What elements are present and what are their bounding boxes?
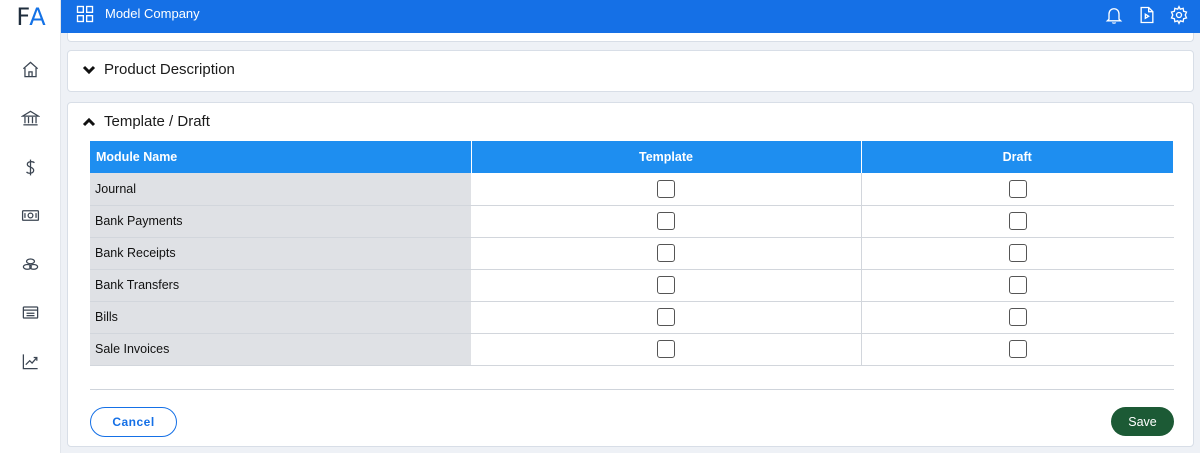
chevron-down-icon [82, 63, 96, 77]
table-row: Bank Transfers [90, 269, 1174, 302]
sidebar-item-cash[interactable] [0, 200, 61, 230]
previous-section-panel [67, 33, 1194, 42]
section-title: Product Description [104, 61, 235, 78]
top-bar: Model Company [61, 0, 1200, 33]
sidebar-item-inventory[interactable] [0, 249, 61, 279]
template-cell [471, 237, 862, 270]
module-name-cell: Sale Invoices [90, 333, 471, 366]
column-header-draft: Draft [861, 141, 1174, 173]
template-cell [471, 205, 862, 238]
list-icon [22, 305, 39, 319]
chart-line-icon [22, 353, 38, 369]
logo-letter-a: A [29, 2, 45, 31]
draft-checkbox[interactable] [1008, 308, 1027, 326]
table-row: Bills [90, 301, 1174, 334]
sidebar: FA [0, 0, 61, 453]
draft-cell [861, 269, 1174, 302]
column-header-template: Template [471, 141, 862, 173]
coins-icon [22, 257, 39, 270]
dollar-icon [26, 159, 35, 175]
module-table: Module Name Template Draft Journal Bank P… [90, 141, 1174, 366]
template-checkbox[interactable] [656, 212, 675, 230]
notifications-button[interactable] [1104, 5, 1126, 27]
table-row: Sale Invoices [90, 333, 1174, 366]
template-checkbox[interactable] [656, 308, 675, 326]
help-video-button[interactable] [1137, 5, 1159, 27]
draft-checkbox[interactable] [1008, 244, 1027, 262]
template-checkbox[interactable] [656, 179, 675, 198]
document-play-icon [1140, 6, 1154, 24]
draft-checkbox[interactable] [1008, 276, 1027, 294]
draft-checkbox[interactable] [1008, 179, 1027, 198]
divider [90, 389, 1174, 390]
home-icon [22, 61, 39, 77]
draft-checkbox[interactable] [1008, 212, 1027, 230]
module-name-cell: Bills [90, 301, 471, 334]
product-description-section: Product Description [67, 50, 1194, 92]
column-header-module-name: Module Name [90, 141, 472, 173]
table-row: Bank Receipts [90, 237, 1174, 270]
template-cell [471, 301, 862, 334]
draft-cell [861, 301, 1174, 334]
module-name-cell: Bank Transfers [90, 269, 471, 302]
sidebar-item-reports[interactable] [0, 346, 61, 376]
sidebar-item-lists[interactable] [0, 297, 61, 327]
settings-button[interactable] [1169, 5, 1191, 27]
table-row: Journal [90, 173, 1174, 206]
template-draft-header[interactable]: Template / Draft [82, 113, 210, 130]
product-description-header[interactable]: Product Description [82, 61, 235, 78]
bell-icon [1105, 8, 1123, 24]
chevron-up-icon [82, 115, 96, 129]
template-checkbox[interactable] [656, 340, 675, 358]
draft-cell [861, 173, 1174, 206]
module-name-cell: Bank Receipts [90, 237, 471, 270]
sidebar-item-finance[interactable] [0, 152, 61, 182]
module-name-cell: Journal [90, 173, 471, 206]
table-header-row: Module Name Template Draft [90, 141, 1174, 173]
gear-icon [1170, 5, 1188, 25]
apps-grid-button[interactable] [75, 4, 95, 24]
draft-checkbox[interactable] [1008, 340, 1027, 358]
company-name[interactable]: Model Company [105, 6, 200, 21]
draft-cell [861, 333, 1174, 366]
logo-letter-f: F [16, 2, 30, 31]
app-logo[interactable]: FA [0, 0, 61, 33]
apps-grid-icon [76, 5, 94, 23]
module-name-cell: Bank Payments [90, 205, 471, 238]
template-cell [471, 333, 862, 366]
table-body: Journal Bank Payments Bank Receipts Bank Tr… [90, 173, 1174, 366]
template-cell [471, 173, 862, 206]
template-checkbox[interactable] [656, 244, 675, 262]
save-button[interactable]: Save [1111, 407, 1174, 436]
template-checkbox[interactable] [656, 276, 675, 294]
main-content: Product Description Template / Draft Mod… [61, 33, 1200, 453]
section-title: Template / Draft [104, 113, 210, 130]
sidebar-item-home[interactable] [0, 54, 61, 84]
cancel-button[interactable]: Cancel [90, 407, 177, 437]
template-cell [471, 269, 862, 302]
sidebar-item-banking[interactable] [0, 103, 61, 133]
table-row: Bank Payments [90, 205, 1174, 238]
template-draft-section: Template / Draft Module Name Template Dr… [67, 102, 1194, 447]
bank-icon [21, 110, 40, 125]
draft-cell [861, 237, 1174, 270]
cash-icon [21, 209, 40, 221]
draft-cell [861, 205, 1174, 238]
